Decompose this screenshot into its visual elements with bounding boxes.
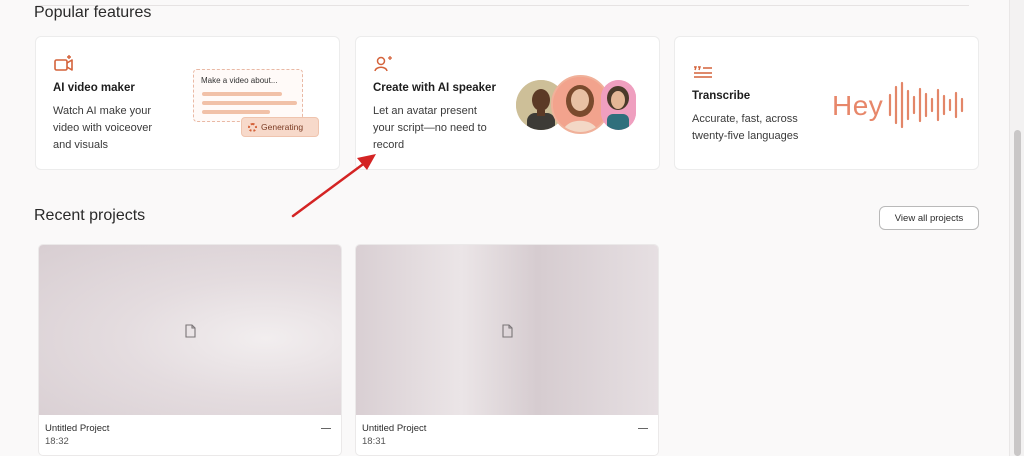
generating-label: Generating [261, 122, 304, 132]
project-menu-icon[interactable] [638, 428, 648, 429]
card-desc-line: Accurate, fast, across [692, 113, 798, 125]
card-desc-line: Let an avatar present [373, 105, 477, 117]
card-title: Transcribe [692, 90, 751, 102]
popular-features-heading: Popular features [34, 4, 152, 21]
text-line-placeholder [202, 92, 282, 96]
text-line-placeholder [202, 101, 297, 105]
project-card[interactable]: Untitled Project 18:31 [355, 244, 659, 456]
card-title: AI video maker [53, 82, 135, 94]
quote-lines-icon [694, 66, 712, 78]
card-desc-line: and visuals [53, 139, 109, 151]
card-desc-line: video with voiceover [53, 122, 153, 134]
top-divider [36, 5, 969, 6]
project-card[interactable]: Untitled Project 18:32 [38, 244, 342, 456]
project-time: 18:32 [45, 436, 69, 447]
view-all-projects-button[interactable]: View all projects [879, 206, 979, 230]
file-icon [185, 324, 196, 338]
video-plus-icon [54, 55, 73, 71]
project-name: Untitled Project [45, 423, 110, 434]
person-sparkle-icon [374, 56, 392, 72]
file-icon [502, 324, 513, 338]
prompt-text: Make a video about... [201, 76, 278, 85]
recent-projects-heading: Recent projects [34, 207, 146, 224]
avatar-animated [601, 80, 636, 130]
feature-card-ai-speaker[interactable]: Create with AI speaker Let an avatar pre… [355, 36, 660, 170]
hey-logo-text: Hey [832, 90, 884, 121]
card-desc-line: Watch AI make your [53, 105, 152, 117]
project-time: 18:31 [362, 436, 386, 447]
card-desc-line: twenty-five languages [692, 130, 799, 142]
project-name: Untitled Project [362, 423, 427, 434]
card-title: Create with AI speaker [373, 82, 496, 94]
feature-card-ai-video-maker[interactable]: AI video maker Watch AI make your video … [35, 36, 340, 170]
card-desc-line: record [373, 139, 405, 151]
prompt-illustration: Make a video about... [193, 69, 303, 122]
scrollbar-thumb[interactable] [1014, 130, 1021, 456]
waveform-icon [888, 81, 964, 129]
feature-card-transcribe[interactable]: Transcribe Accurate, fast, across twenty… [674, 36, 979, 170]
spinner-icon [248, 122, 257, 132]
scrollbar-track[interactable] [1009, 0, 1024, 456]
generating-badge: Generating [241, 117, 319, 137]
card-desc-line: your script—no need to [373, 122, 487, 134]
text-line-placeholder [202, 110, 270, 114]
project-menu-icon[interactable] [321, 428, 331, 429]
